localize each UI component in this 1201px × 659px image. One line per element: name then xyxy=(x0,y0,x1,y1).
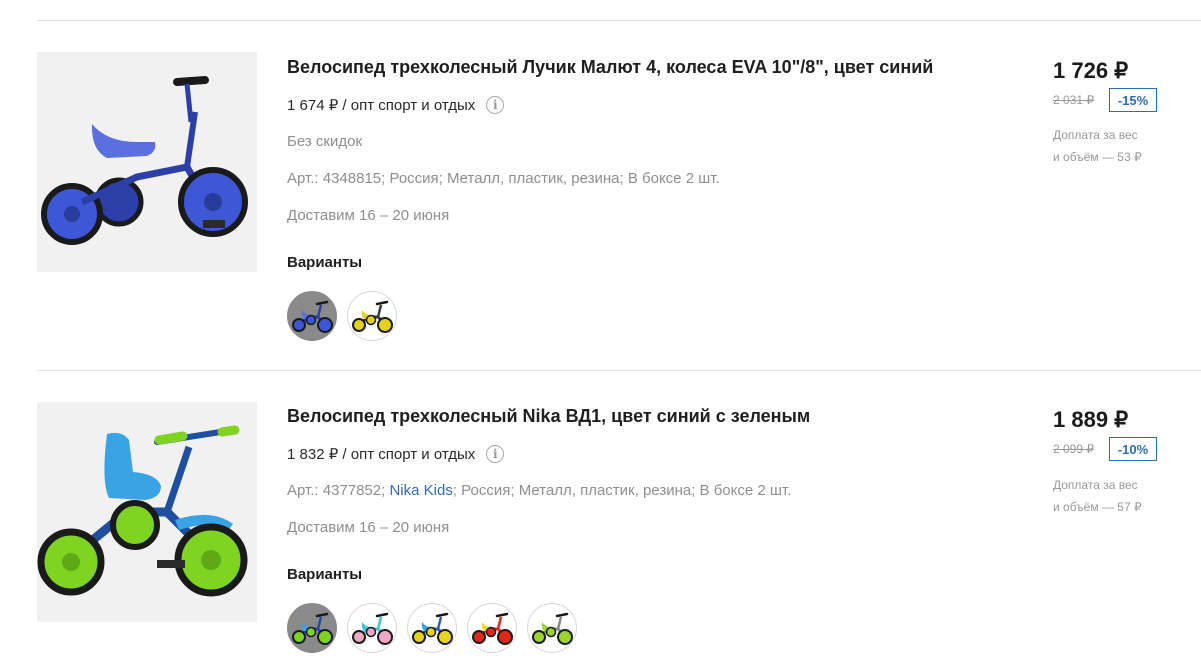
info-icon[interactable]: i xyxy=(486,96,505,114)
box-quantity: В боксе 2 шт. xyxy=(627,170,720,187)
brand-link[interactable]: Nika Kids xyxy=(389,482,452,499)
discount-badge: -10% xyxy=(1109,437,1157,461)
variant-option[interactable] xyxy=(347,291,397,341)
variants-label: Варианты xyxy=(287,566,363,583)
variants-list xyxy=(287,291,397,341)
product-image[interactable] xyxy=(37,402,257,622)
tricycle-thumbnail-icon xyxy=(412,612,453,645)
variant-option[interactable] xyxy=(347,603,397,653)
surcharge-line: Доплата за вес xyxy=(1053,128,1138,142)
product-image[interactable] xyxy=(37,52,257,272)
variant-option[interactable] xyxy=(527,603,577,653)
product-divider xyxy=(37,370,1201,371)
box-quantity: В боксе 2 шт. xyxy=(699,482,792,499)
country: Россия; xyxy=(461,482,515,499)
tricycle-image xyxy=(37,402,257,622)
article-number: Арт.: 4348815; xyxy=(287,170,386,187)
tricycle-thumbnail-icon xyxy=(472,612,513,645)
wholesale-price-text: 1 832 ₽ / опт спорт и отдых xyxy=(287,446,476,463)
surcharge-amount: и объём — 57 ₽ xyxy=(1053,500,1142,514)
variant-option[interactable] xyxy=(467,603,517,653)
wholesale-price: 1 832 ₽ / опт спорт и отдых i xyxy=(287,445,505,463)
tricycle-thumbnail-icon xyxy=(292,300,333,333)
surcharge-line: Доплата за вес xyxy=(1053,478,1138,492)
variant-option[interactable] xyxy=(407,603,457,653)
delivery-date: Доставим 16 – 20 июня xyxy=(287,207,450,224)
old-price: 2 099 ₽ xyxy=(1053,442,1094,456)
tricycle-image xyxy=(37,52,257,272)
product-title[interactable]: Велосипед трехколесный Лучик Малют 4, ко… xyxy=(287,57,933,78)
surcharge-note: Доплата за вес и объём — 57 ₽ xyxy=(1053,474,1142,518)
delivery-date: Доставим 16 – 20 июня xyxy=(287,519,450,536)
wholesale-price: 1 674 ₽ / опт спорт и отдых i xyxy=(287,96,505,114)
info-icon[interactable]: i xyxy=(486,445,505,463)
variant-option[interactable] xyxy=(287,603,337,653)
wholesale-price-text: 1 674 ₽ / опт спорт и отдых xyxy=(287,97,476,114)
discount-badge: -15% xyxy=(1109,88,1157,112)
variant-option[interactable] xyxy=(287,291,337,341)
article-number: Арт.: 4377852; xyxy=(287,482,386,499)
tricycle-thumbnail-icon xyxy=(352,612,393,645)
product-title[interactable]: Велосипед трехколесный Nika ВД1, цвет си… xyxy=(287,406,810,427)
material: Металл, пластик, резина; xyxy=(447,170,624,187)
surcharge-amount: и объём — 53 ₽ xyxy=(1053,150,1142,164)
variants-list xyxy=(287,603,577,653)
material: Металл, пластик, резина; xyxy=(518,482,696,499)
no-discount-label: Без скидок xyxy=(287,133,362,150)
product-attributes: Арт.: 4348815; Россия; Металл, пластик, … xyxy=(287,170,720,187)
old-price: 2 031 ₽ xyxy=(1053,93,1094,107)
tricycle-thumbnail-icon xyxy=(352,300,393,333)
current-price: 1 889 ₽ xyxy=(1053,407,1129,432)
variants-label: Варианты xyxy=(287,254,363,271)
top-divider xyxy=(37,20,1201,21)
tricycle-thumbnail-icon xyxy=(532,612,573,645)
product-attributes: Арт.: 4377852; Nika Kids; Россия; Металл… xyxy=(287,482,792,499)
surcharge-note: Доплата за вес и объём — 53 ₽ xyxy=(1053,124,1142,168)
current-price: 1 726 ₽ xyxy=(1053,58,1129,83)
country: Россия; xyxy=(389,170,443,187)
tricycle-thumbnail-icon xyxy=(292,612,333,645)
